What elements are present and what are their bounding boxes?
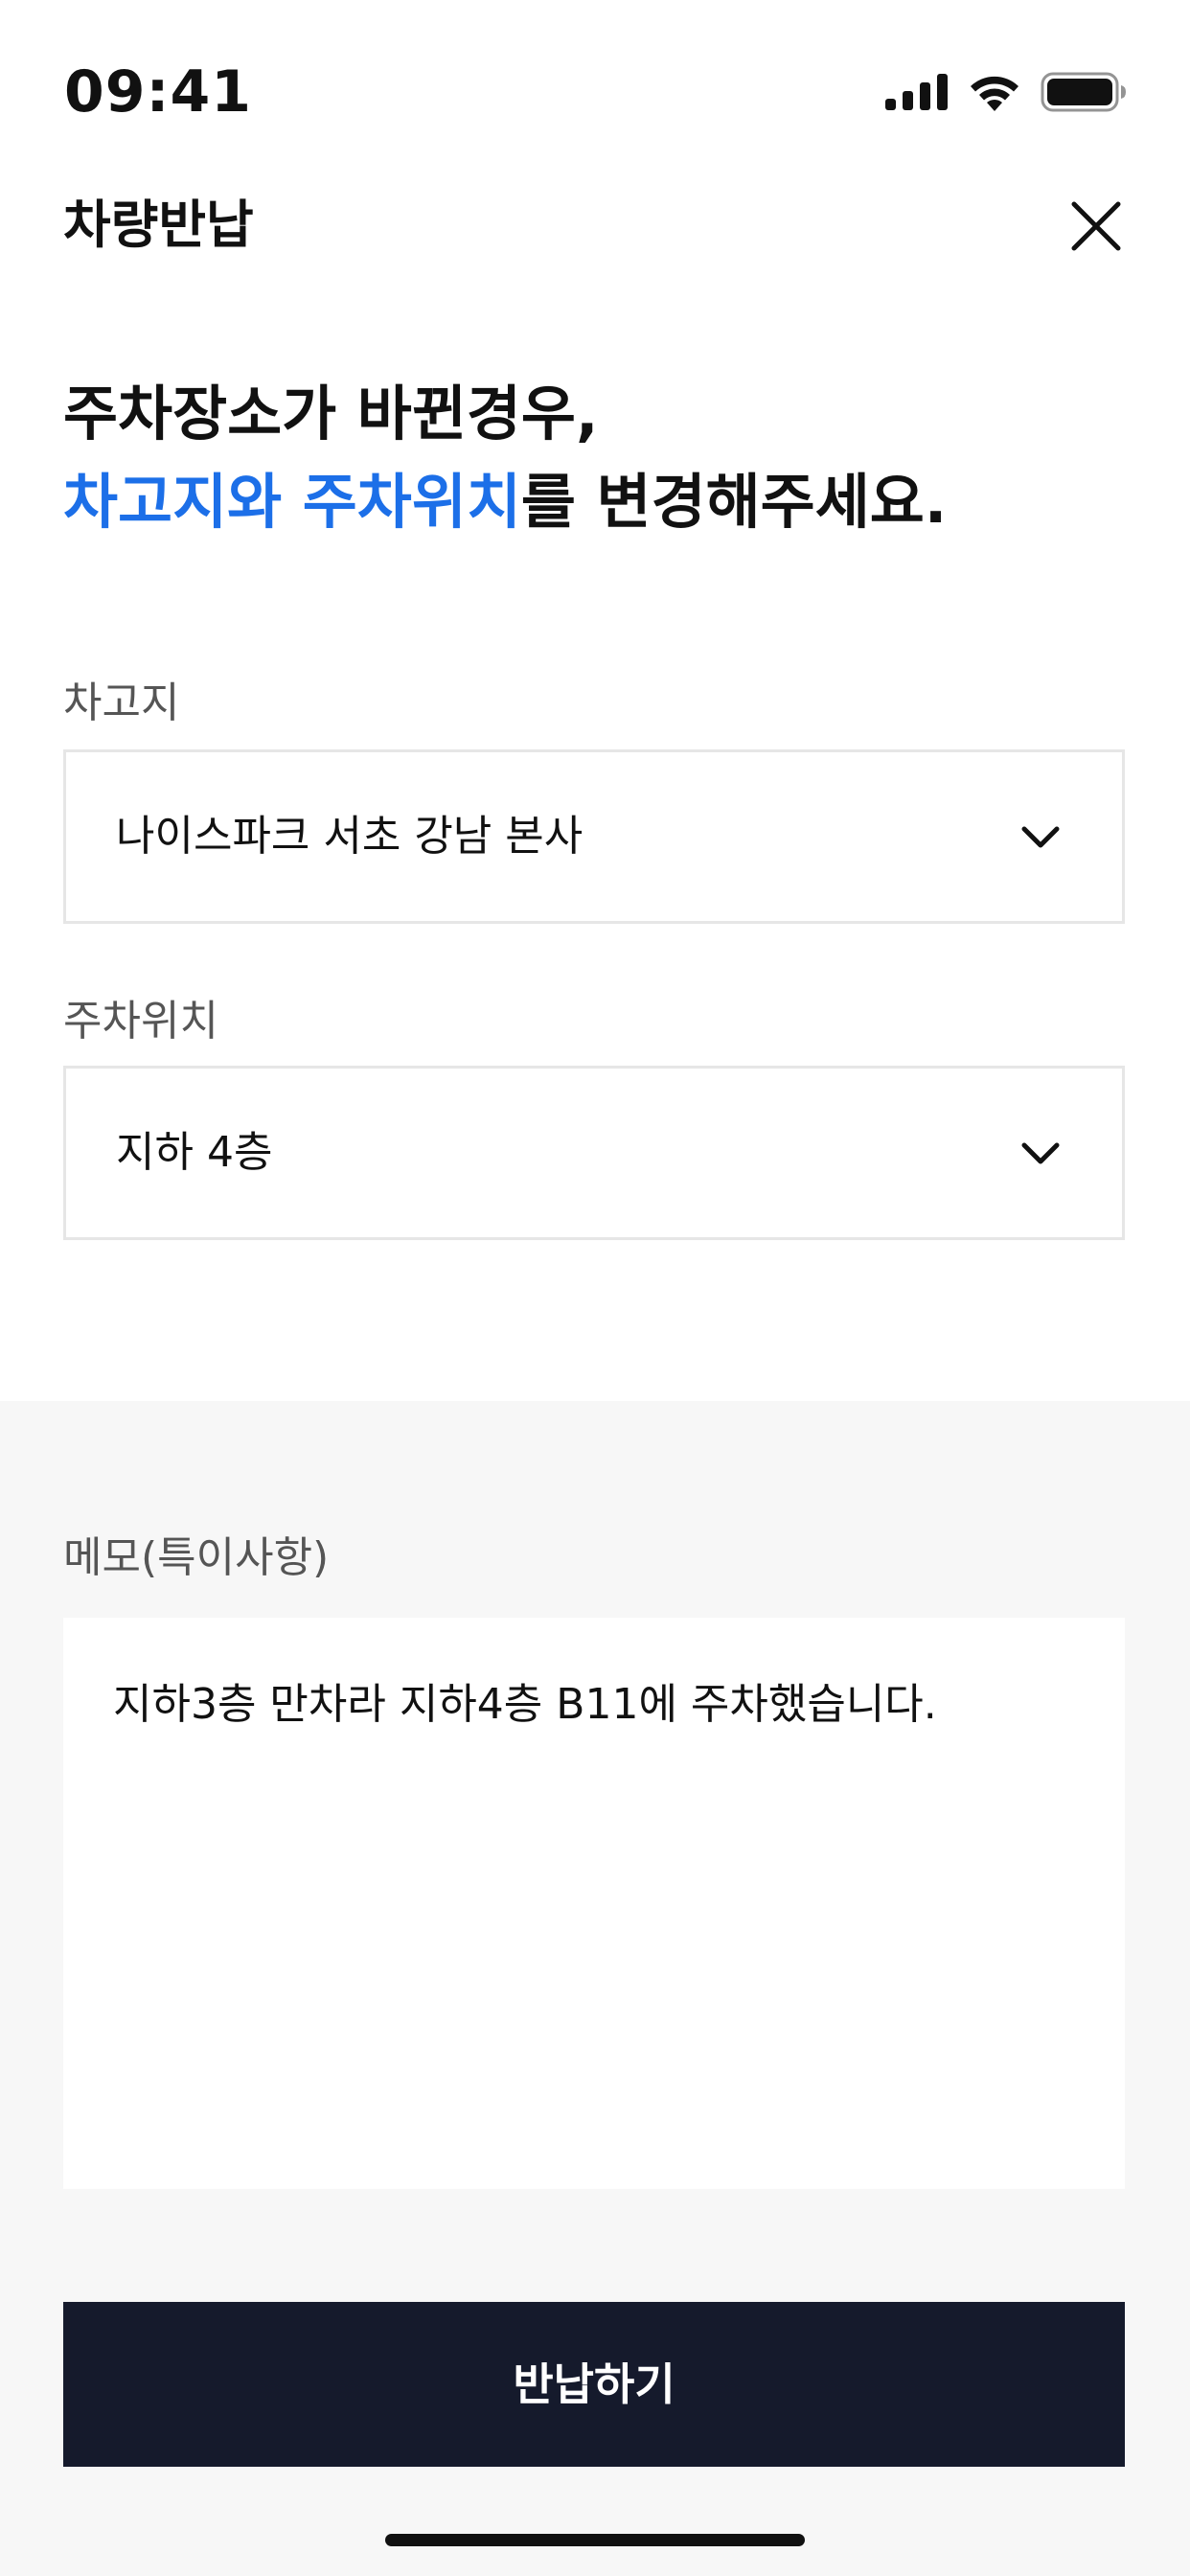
parking-value: 지하 4층 [116, 1128, 273, 1177]
garage-label: 차고지 [63, 678, 180, 727]
home-indicator [385, 2534, 805, 2546]
headline-rest: 를 변경해주세요. [520, 467, 948, 537]
status-time: 09:41 [64, 58, 252, 126]
battery-icon [1041, 72, 1126, 112]
parking-label: 주차위치 [63, 997, 218, 1046]
status-icons [885, 69, 1127, 115]
parking-select[interactable]: 지하 4층 [63, 1066, 1125, 1240]
garage-value: 나이스파크 서초 강남 본사 [116, 812, 584, 861]
chevron-down-icon [1021, 826, 1060, 848]
status-bar: 09:41 [0, 0, 1190, 126]
cellular-signal-icon [885, 74, 948, 110]
page-title: 차량반납 [63, 195, 254, 255]
headline-line2: 차고지와 주차위치를 변경해주세요. [63, 458, 947, 546]
garage-select[interactable]: 나이스파크 서초 강남 본사 [63, 749, 1125, 924]
headline: 주차장소가 바뀐경우, 차고지와 주차위치를 변경해주세요. [63, 370, 947, 546]
chevron-down-icon [1021, 1142, 1060, 1164]
wifi-icon [971, 76, 1018, 111]
memo-label: 메모(특이사항) [63, 1533, 330, 1582]
vehicle-return-screen: 09:41 차량반납 주차장소가 바뀐경우, 차고지와 주차위치를 변경해주세요… [0, 0, 1190, 2576]
close-button[interactable] [1065, 196, 1127, 257]
return-button[interactable]: 반납하기 [63, 2302, 1125, 2467]
headline-line1: 주차장소가 바뀐경우, [63, 379, 599, 448]
close-icon [1071, 201, 1121, 251]
memo-text: 지하3층 만차라 지하4층 B11에 주차했습니다. [113, 1680, 937, 1729]
headline-accent: 차고지와 주차위치 [63, 467, 521, 537]
memo-textarea[interactable]: 지하3층 만차라 지하4층 B11에 주차했습니다. [63, 1618, 1125, 2189]
